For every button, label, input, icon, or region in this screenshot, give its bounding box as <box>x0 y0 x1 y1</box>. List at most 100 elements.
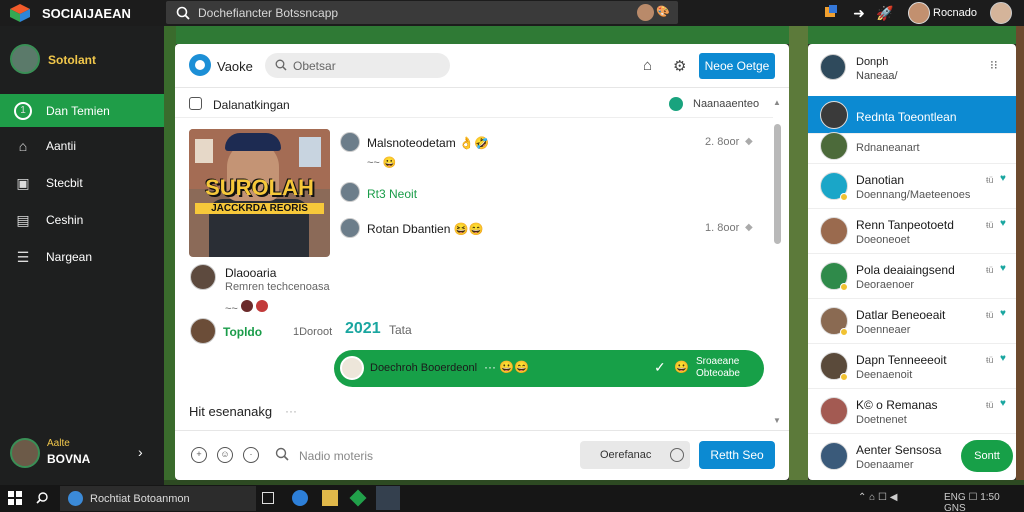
contacts-action-button[interactable]: Sontt <box>961 440 1013 472</box>
contact-row[interactable]: K© o Remanas Doetnenet ŧü ♥ <box>808 389 1016 434</box>
more-icon[interactable]: · <box>243 447 259 463</box>
tag-icon[interactable]: ◆ <box>745 136 753 147</box>
rocket-icon[interactable]: 🚀 <box>876 4 894 22</box>
sidebar-item-aantii[interactable]: ⌂ Aantii <box>0 129 164 162</box>
message-input[interactable]: Nadio moteris <box>299 449 373 463</box>
composer-option-field[interactable]: Oerefanac <box>580 441 690 469</box>
message-sub: ~~ 😀 <box>367 157 397 169</box>
contact-name: Aenter Sensosa <box>856 443 942 457</box>
header-action-button[interactable]: Neoe Oetge <box>699 53 775 79</box>
top-bar: SOCIAIJAEAN Dochefiancter Botssncapp 🎨 ➜… <box>0 0 1024 26</box>
background-scenery-right <box>1016 26 1024 485</box>
chat-search-placeholder: Obetsar <box>293 59 336 73</box>
contact-row[interactable]: Renn Tanpeotoetd Doeoneoet ŧü ♥ <box>808 209 1016 254</box>
user-post2-avatar[interactable] <box>190 318 216 344</box>
chat-logo-icon <box>189 54 211 76</box>
sidebar: Sotolant 1 Dan Temien ⌂ Aantii ▣ Stecbit… <box>0 26 164 485</box>
message-text: Rotan Dbantien 😆😄 <box>367 222 484 236</box>
contact-row[interactable]: Rdnaneanart <box>808 132 1016 164</box>
contact-avatar <box>820 217 848 245</box>
chat-header: Vaoke Obetsar ⌂ ⚙ Neoe Oetge <box>175 44 789 88</box>
sidebar-item-ceshin[interactable]: ▤ Ceshin <box>0 203 164 236</box>
sidebar-item-dan-temien[interactable]: 1 Dan Temien <box>0 94 164 127</box>
contact-row[interactable]: Rednta Toeontlean <box>808 96 1016 134</box>
conversation-title: Dalanatkingan <box>213 98 290 112</box>
contact-avatar <box>820 101 848 129</box>
post-image[interactable]: SUROLAH JACCKRDA REORIS <box>189 129 330 257</box>
heart-icon[interactable]: ♥ <box>1000 353 1006 364</box>
search-icon <box>275 59 287 71</box>
scroll-up-icon[interactable]: ▲ <box>773 98 781 107</box>
active-app-icon[interactable] <box>376 486 400 510</box>
edge-icon[interactable] <box>292 490 308 506</box>
chat-search-input[interactable]: Obetsar <box>265 53 450 78</box>
search-icon[interactable] <box>36 491 50 505</box>
user-post-sub: Remren techcenoasa <box>225 281 330 293</box>
message-avatar[interactable] <box>340 218 360 238</box>
contact-status: ŧü <box>986 400 994 410</box>
contact-row[interactable]: Dapn Tenneeeoit Deenaenoit ŧü ♥ <box>808 344 1016 389</box>
highlighted-message[interactable]: Doechroh Booerdeonl ··· 😀😄 ✓ 😀 Sroaeane … <box>334 350 764 387</box>
contact-avatar <box>820 132 848 160</box>
grid-icon[interactable]: ⁝⁝ <box>990 58 998 72</box>
contact-row[interactable]: Danotian Doennang/Maeteenoes ŧü ♥ <box>808 164 1016 209</box>
contact-avatar <box>820 397 848 425</box>
user-avatar[interactable] <box>908 2 930 24</box>
conversation-header: Dalanatkingan Naanaaenteo <box>175 90 773 118</box>
heart-icon[interactable]: ♥ <box>1000 308 1006 319</box>
attach-icon[interactable]: + <box>191 447 207 463</box>
settings-icon[interactable]: ⚙ <box>673 57 686 75</box>
secondary-avatar[interactable] <box>990 2 1012 24</box>
chat-panel: Vaoke Obetsar ⌂ ⚙ Neoe Oetge Dalanatking… <box>175 44 789 480</box>
composer-option-text: Oerefanac <box>600 449 652 461</box>
bubble-meta2: Obteoabe <box>696 368 740 379</box>
bell-icon[interactable]: ⌂ <box>643 57 652 74</box>
sidebar-profile-name[interactable]: Sotolant <box>48 53 96 67</box>
user-name[interactable]: Rocnado <box>933 7 977 19</box>
contact-status: ŧü <box>986 220 994 230</box>
message-avatar[interactable] <box>340 182 360 202</box>
heart-icon[interactable]: ♥ <box>1000 263 1006 274</box>
emoji-icon[interactable]: ☺ <box>217 447 233 463</box>
message-time: 1. 8oor <box>705 222 740 234</box>
task-view-icon[interactable] <box>262 492 274 504</box>
chat-scrollbar[interactable]: ▲ ▼ <box>773 98 783 428</box>
sidebar-item-stecbit[interactable]: ▣ Stecbit <box>0 166 164 199</box>
chevron-right-icon[interactable]: › <box>138 444 143 460</box>
contact-row[interactable]: Datlar Beneoeait Doenneaer ŧü ♥ <box>808 299 1016 344</box>
app-logo-icon[interactable] <box>10 4 30 22</box>
user-post-avatar[interactable] <box>190 264 216 290</box>
tray-icons[interactable]: ⌃ ⌂ ☐ ◀ <box>858 492 897 503</box>
global-search-input[interactable]: Dochefiancter Botssncapp 🎨 <box>166 1 678 24</box>
tag-icon[interactable]: ◆ <box>745 222 753 233</box>
contact-sub: Doenaamer <box>856 459 914 471</box>
options-icon <box>670 448 684 462</box>
scrollbar-thumb[interactable] <box>774 124 781 244</box>
sidebar-item-nargean[interactable]: ☰ Nargean <box>0 240 164 273</box>
bubble-emoji2: 😀 <box>674 360 689 374</box>
conversation-icon <box>189 97 202 110</box>
sidebar-bottom-name[interactable]: BOVNA <box>47 452 90 466</box>
navigate-icon[interactable]: ➜ <box>850 4 868 22</box>
store-icon[interactable] <box>349 489 367 507</box>
start-icon[interactable] <box>8 491 22 505</box>
heart-icon[interactable]: ♥ <box>1000 173 1006 184</box>
message-avatar[interactable] <box>340 132 360 152</box>
heart-icon[interactable]: ♥ <box>1000 398 1006 409</box>
taskbar-app-label: Rochtiat Botoanmon <box>90 493 190 505</box>
cube-icon[interactable] <box>822 4 840 22</box>
contact-sub: Doeoneoet <box>856 234 910 246</box>
contacts-header-avatar[interactable] <box>820 54 846 80</box>
contact-name: Danotian <box>856 173 905 187</box>
folder-icon[interactable] <box>322 490 338 506</box>
contact-row[interactable]: Pola deaiaingsend Deoraenoer ŧü ♥ <box>808 254 1016 299</box>
contact-avatar <box>820 442 848 470</box>
heart-icon[interactable]: ♥ <box>1000 218 1006 229</box>
taskbar-app[interactable]: Rochtiat Botoanmon <box>60 486 256 511</box>
sidebar-profile-avatar[interactable] <box>10 44 40 74</box>
scroll-down-icon[interactable]: ▼ <box>773 416 781 425</box>
tray-clock[interactable]: ENG ☐ 1:50 GNS <box>944 492 1024 512</box>
taskbar: Rochtiat Botoanmon ⌃ ⌂ ☐ ◀ ENG ☐ 1:50 GN… <box>0 485 1024 512</box>
send-button[interactable]: Retth Seo <box>699 441 775 469</box>
sidebar-bottom-avatar[interactable] <box>10 438 40 468</box>
